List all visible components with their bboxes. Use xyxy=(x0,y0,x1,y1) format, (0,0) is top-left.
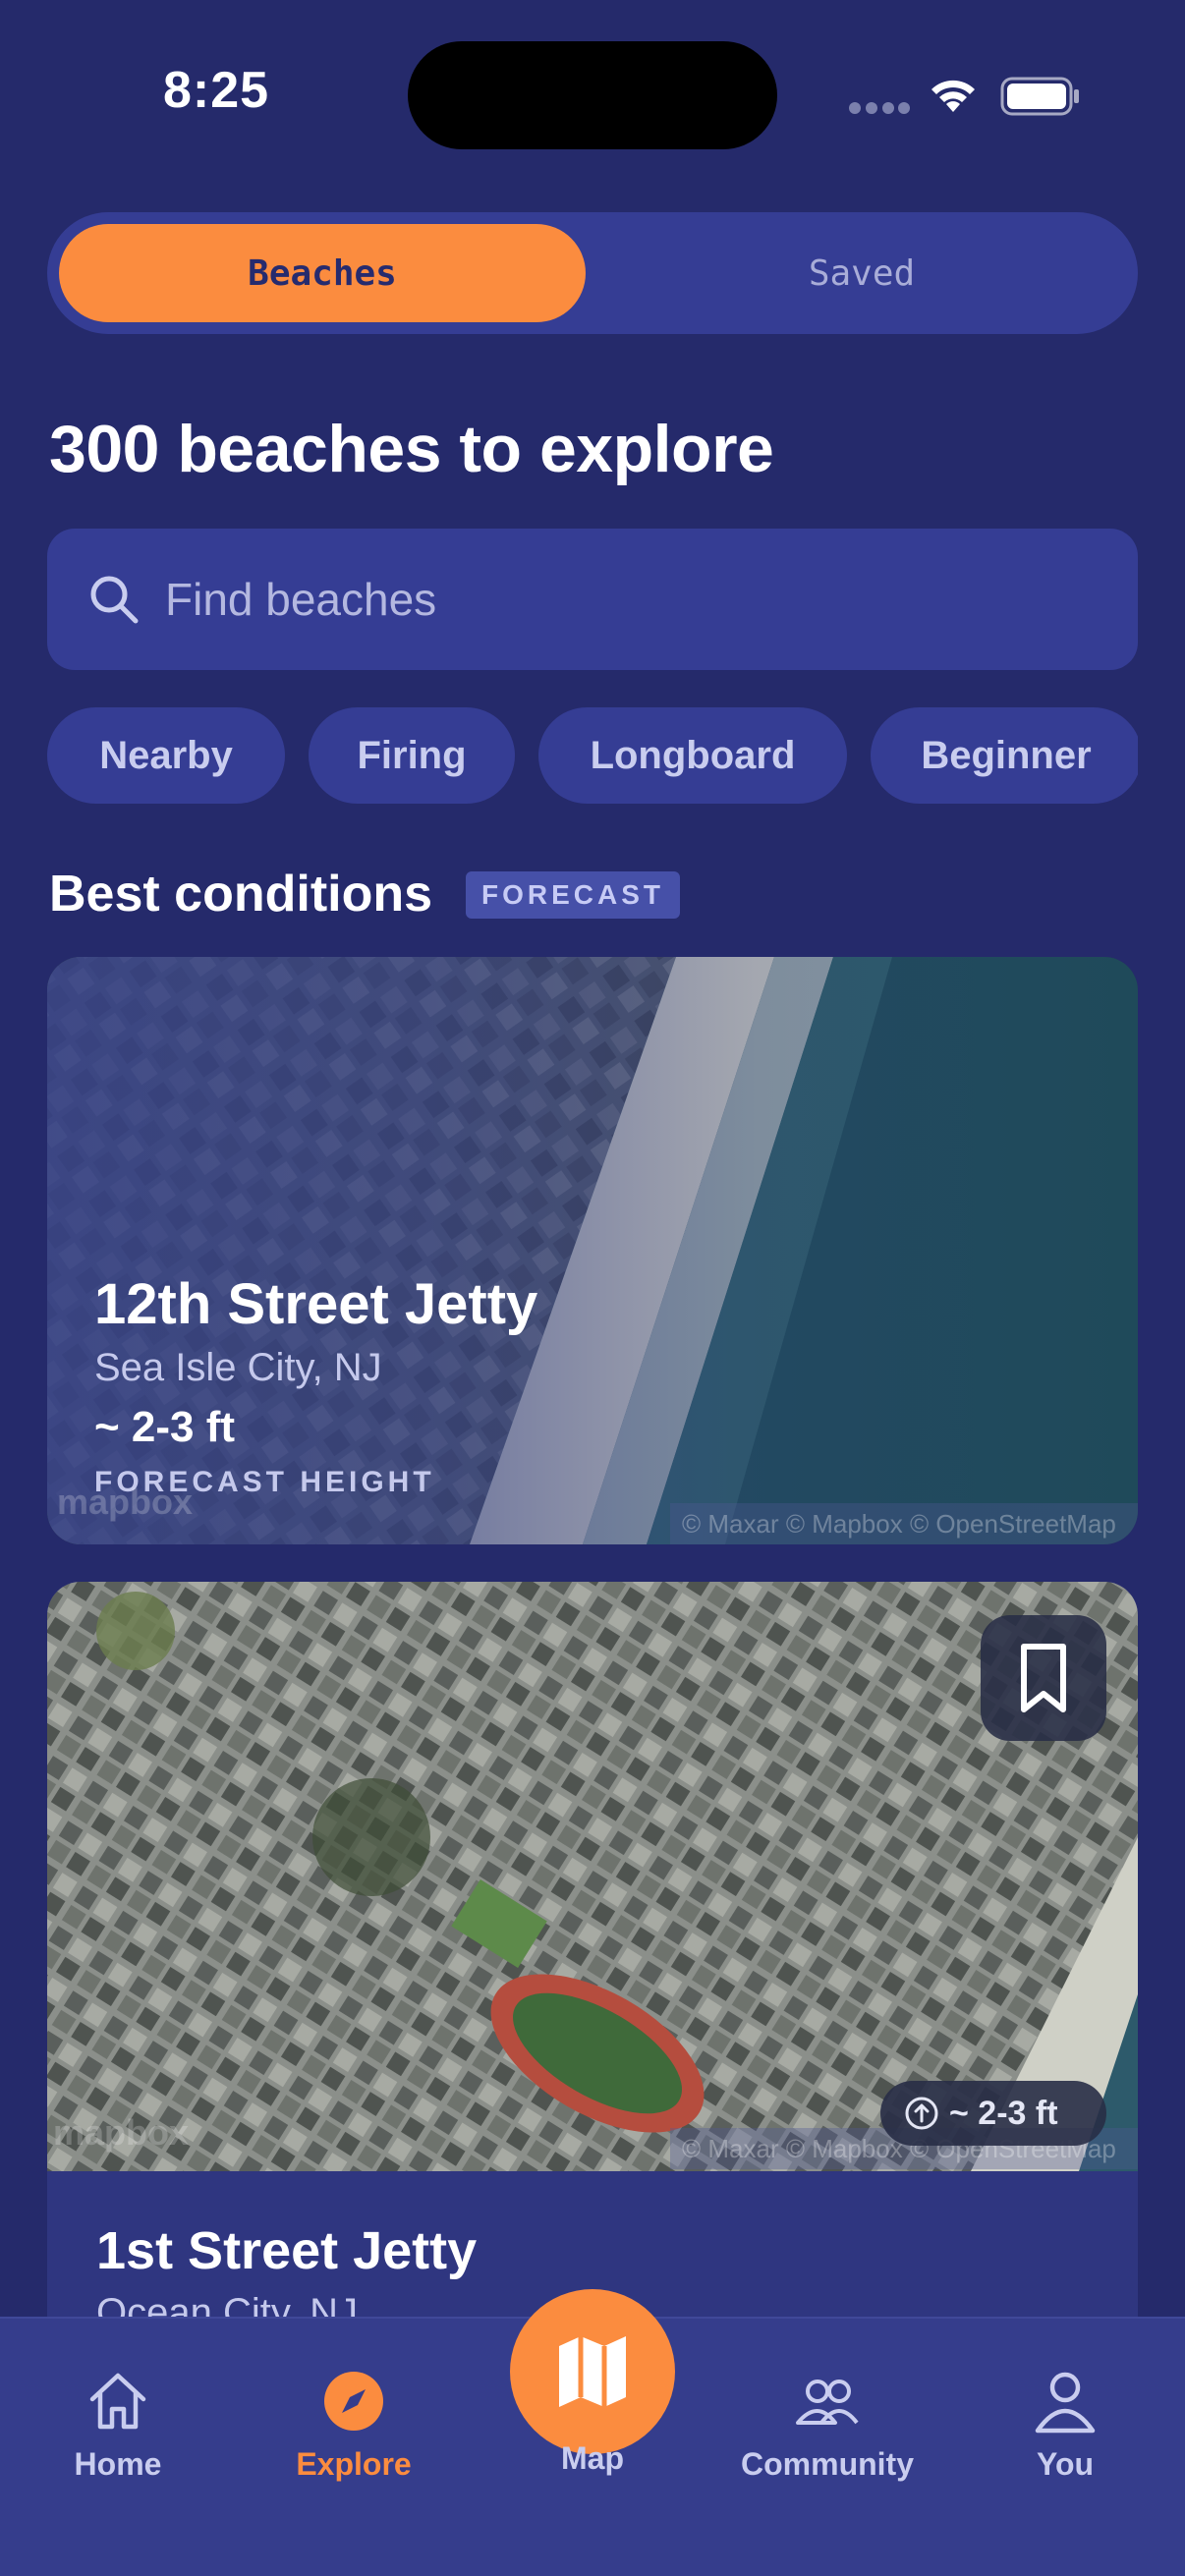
wifi-icon xyxy=(931,80,975,112)
status-bar: 8:25 xyxy=(0,0,1185,187)
tab-label: Map xyxy=(561,2440,624,2476)
page-title: 300 beaches to explore xyxy=(49,412,774,486)
beach-name: 12th Street Jetty xyxy=(94,1272,538,1336)
tab-label: You xyxy=(1036,2446,1095,2482)
satellite-map-image: mapbox © Maxar © Mapbox © OpenStreetMap … xyxy=(47,1582,1138,2171)
tab-label: Home xyxy=(74,2446,162,2482)
compass-icon xyxy=(324,2372,383,2431)
segment-saved[interactable]: Saved xyxy=(597,224,1126,322)
search-bar[interactable] xyxy=(47,529,1138,670)
height-value: ~ 2-3 ft xyxy=(949,2094,1058,2132)
filter-chips: Nearby Firing Longboard Beginner xyxy=(47,707,1138,806)
chip-firing[interactable]: Firing xyxy=(309,707,515,804)
tab-map[interactable] xyxy=(510,2289,675,2454)
tab-home[interactable]: Home xyxy=(20,2366,216,2503)
chip-nearby[interactable]: Nearby xyxy=(47,707,285,804)
tab-label: Community xyxy=(741,2446,914,2482)
dynamic-island xyxy=(408,41,777,149)
map-attribution[interactable]: © Maxar © Mapbox © OpenStreetMap xyxy=(670,1503,1138,1544)
mapbox-logo: mapbox xyxy=(57,1482,194,1522)
forecast-height-value: ~ 2-3 ft xyxy=(94,1403,236,1451)
height-badge: ~ 2-3 ft xyxy=(880,2081,1106,2146)
tab-label: Explore xyxy=(296,2446,412,2482)
battery-icon xyxy=(1000,77,1079,116)
cellular-signal-icon xyxy=(849,102,910,114)
map-icon xyxy=(559,2336,626,2407)
beach-location: Sea Isle City, NJ xyxy=(94,1346,382,1389)
card-gradient xyxy=(47,957,1138,1544)
people-icon xyxy=(796,2380,859,2425)
bookmark-button[interactable] xyxy=(981,1615,1106,1741)
tab-you[interactable]: You xyxy=(967,2366,1163,2503)
section-title: Best conditions xyxy=(49,866,433,923)
tab-explore[interactable]: Explore xyxy=(255,2366,452,2503)
home-icon xyxy=(89,2373,146,2430)
arrow-up-circle-icon xyxy=(905,2097,938,2130)
status-time: 8:25 xyxy=(162,62,270,119)
chip-beginner[interactable]: Beginner xyxy=(871,707,1138,804)
search-icon xyxy=(90,576,139,624)
forecast-badge: FORECAST xyxy=(466,871,680,919)
person-icon xyxy=(1035,2372,1096,2434)
beach-name: 1st Street Jetty xyxy=(96,2221,478,2280)
segment-beaches[interactable]: Beaches xyxy=(59,224,586,322)
search-input[interactable] xyxy=(165,529,1108,670)
mapbox-logo: mapbox xyxy=(53,2112,190,2153)
chip-longboard[interactable]: Longboard xyxy=(538,707,847,804)
beach-card[interactable]: 12th Street Jetty Sea Isle City, NJ ~ 2-… xyxy=(47,957,1138,1544)
tab-community[interactable]: Community xyxy=(729,2366,926,2503)
bookmark-icon xyxy=(1021,1644,1066,1712)
segmented-control: Beaches Saved xyxy=(47,212,1138,334)
